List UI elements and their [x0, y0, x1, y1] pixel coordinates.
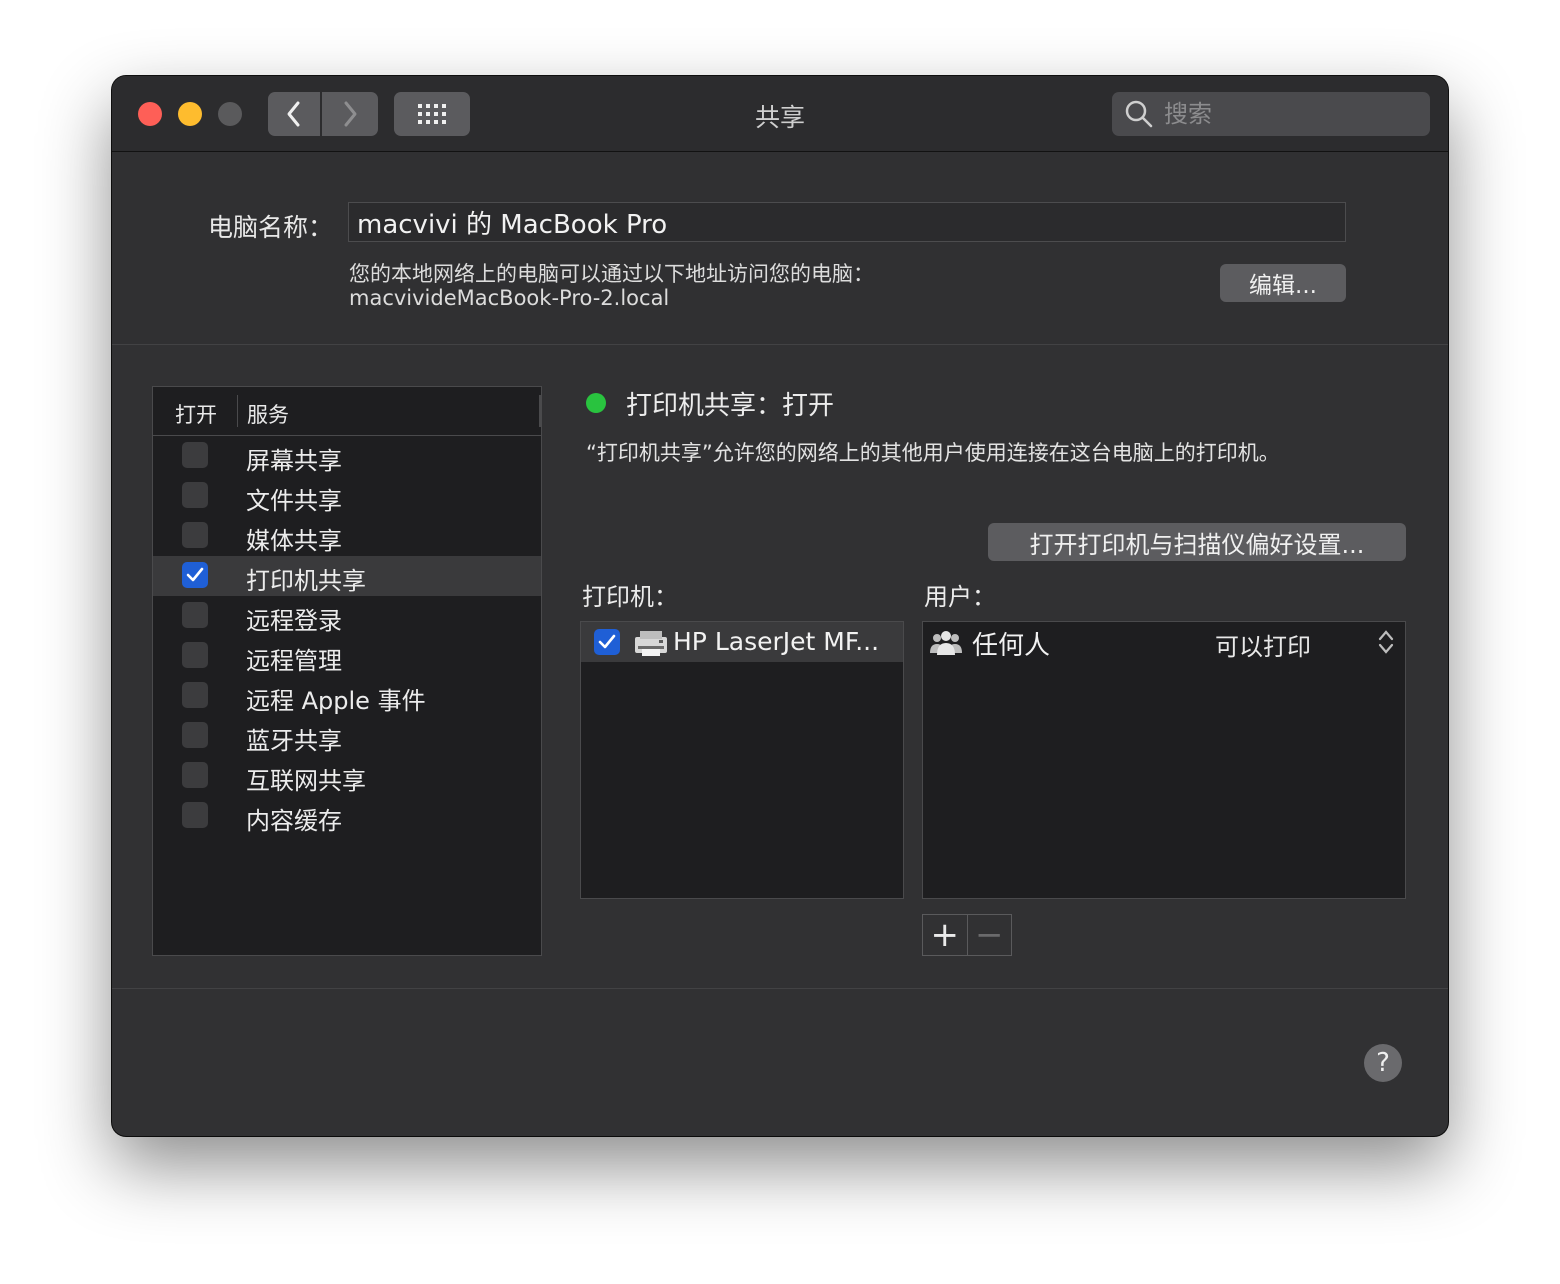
service-checkbox[interactable]: [182, 762, 208, 788]
service-label: 内容缓存: [246, 807, 342, 835]
computer-name-field[interactable]: [348, 202, 1346, 242]
column-header-open[interactable]: 打开: [175, 399, 217, 429]
service-status: 打印机共享：打开: [626, 391, 835, 421]
service-description: “打印机共享”允许您的网络上的其他用户使用连接在这台电脑上的打印机。: [586, 441, 1280, 465]
add-user-button[interactable]: +: [923, 915, 967, 955]
computer-name-label: 电脑名称：: [208, 213, 334, 242]
printer-name: HP LaserJet MF...: [673, 627, 880, 656]
sharing-main: 打开 服务 屏幕共享文件共享媒体共享打印机共享远程登录远程管理远程 Apple …: [112, 345, 1448, 989]
printers-label: 打印机：: [582, 583, 678, 611]
printers-list: HP LaserJet MF...: [580, 621, 904, 899]
printer-checkbox[interactable]: [594, 629, 620, 655]
service-row[interactable]: 远程管理: [153, 636, 541, 676]
service-row[interactable]: 打印机共享: [153, 556, 541, 596]
service-label: 远程登录: [246, 607, 342, 635]
titlebar: 共享: [112, 76, 1448, 152]
checkmark-icon: [598, 634, 616, 649]
service-checkbox[interactable]: [182, 562, 208, 588]
service-row[interactable]: 媒体共享: [153, 516, 541, 556]
local-address: macvivideMacBook-Pro-2.local: [349, 286, 670, 310]
service-row[interactable]: 蓝牙共享: [153, 716, 541, 756]
service-checkbox[interactable]: [182, 642, 208, 668]
column-header-service[interactable]: 服务: [247, 399, 289, 429]
services-list: 屏幕共享文件共享媒体共享打印机共享远程登录远程管理远程 Apple 事件 蓝牙共享…: [153, 436, 541, 836]
users-label: 用户：: [924, 583, 996, 611]
computer-name-section: 电脑名称： 您的本地网络上的电脑可以通过以下地址访问您的电脑： macvivid…: [112, 152, 1448, 345]
updown-chevron-icon[interactable]: [1377, 628, 1395, 656]
service-checkbox[interactable]: [182, 602, 208, 628]
service-row[interactable]: 文件共享: [153, 476, 541, 516]
service-row[interactable]: 屏幕共享: [153, 436, 541, 476]
service-row[interactable]: 内容缓存: [153, 796, 541, 836]
address-description: 您的本地网络上的电脑可以通过以下地址访问您的电脑：: [349, 262, 874, 286]
user-name: 任何人: [972, 631, 1051, 661]
service-label: 文件共享: [246, 487, 342, 515]
service-label: 远程管理: [246, 647, 342, 675]
service-row[interactable]: 互联网共享: [153, 756, 541, 796]
service-checkbox[interactable]: [182, 442, 208, 468]
service-label: 蓝牙共享: [246, 727, 342, 755]
edit-button[interactable]: 编辑...: [1220, 264, 1346, 302]
status-indicator: [586, 393, 606, 413]
search-input[interactable]: [1162, 99, 1416, 129]
user-permission[interactable]: 可以打印: [1215, 627, 1311, 662]
help-button[interactable]: ?: [1364, 1044, 1402, 1082]
service-checkbox[interactable]: [182, 802, 208, 828]
service-label: 打印机共享: [246, 567, 366, 595]
service-row[interactable]: 远程登录: [153, 596, 541, 636]
checkmark-icon: [186, 567, 204, 582]
user-row[interactable]: 任何人 可以打印: [923, 622, 1405, 662]
services-table: 打开 服务 屏幕共享文件共享媒体共享打印机共享远程登录远程管理远程 Apple …: [152, 386, 542, 956]
service-label: 远程 Apple 事件: [246, 687, 426, 715]
service-label: 媒体共享: [246, 527, 342, 555]
search-icon: [1125, 100, 1153, 128]
printer-row[interactable]: HP LaserJet MF...: [581, 622, 903, 662]
service-row[interactable]: 远程 Apple 事件: [153, 676, 541, 716]
search-field[interactable]: [1112, 92, 1430, 136]
open-printer-prefs-button[interactable]: 打开打印机与扫描仪偏好设置...: [988, 523, 1406, 561]
remove-user-button[interactable]: −: [966, 915, 1012, 955]
add-remove-control: + −: [922, 914, 1012, 956]
service-checkbox[interactable]: [182, 522, 208, 548]
printer-icon: [635, 631, 667, 656]
service-checkbox[interactable]: [182, 482, 208, 508]
service-checkbox[interactable]: [182, 722, 208, 748]
service-label: 屏幕共享: [246, 447, 342, 475]
service-label: 互联网共享: [246, 767, 366, 795]
services-table-header: 打开 服务: [153, 387, 541, 436]
service-checkbox[interactable]: [182, 682, 208, 708]
group-icon: [930, 631, 962, 655]
sharing-window: 共享 电脑名称： 您的本地网络上的电脑可以通过以下地址访问您的电脑： macvi…: [112, 76, 1448, 1136]
users-list: 任何人 可以打印: [922, 621, 1406, 899]
